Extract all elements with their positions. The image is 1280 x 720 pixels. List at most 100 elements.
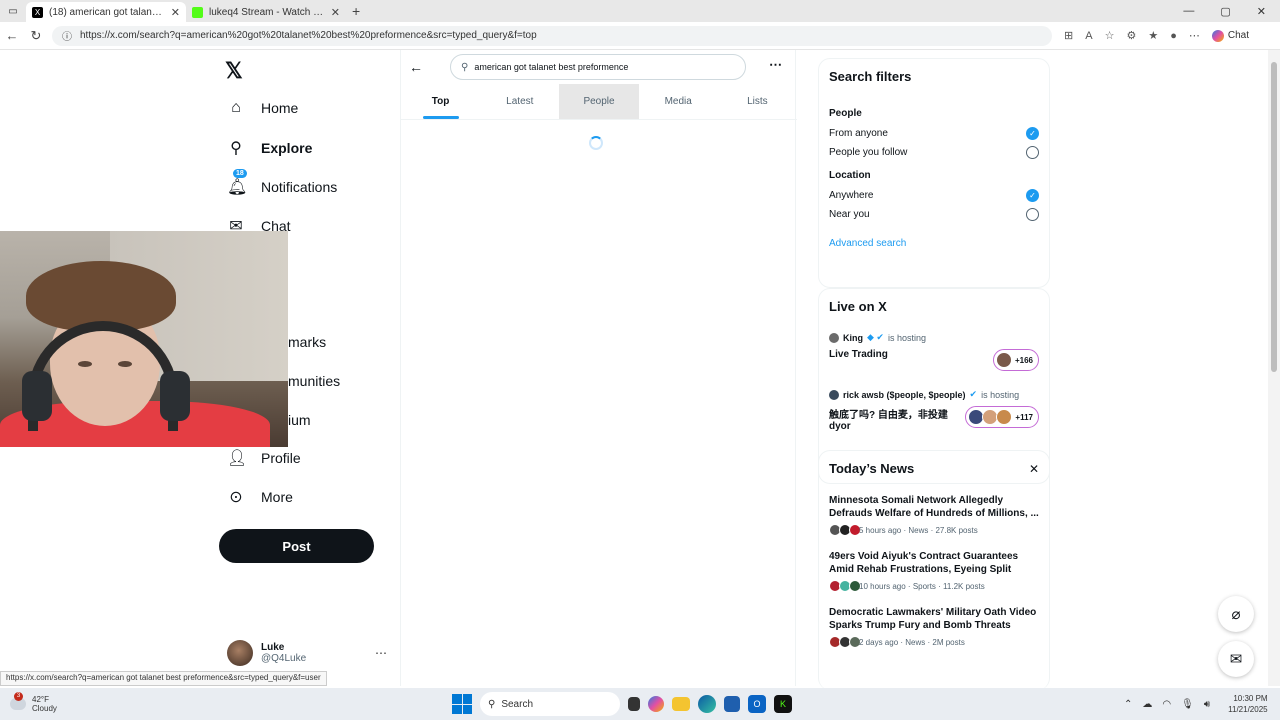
- tab-lists[interactable]: Lists: [718, 84, 797, 119]
- x-favicon-icon: X: [32, 6, 43, 18]
- settings-more-icon[interactable]: ⋯: [1189, 29, 1200, 42]
- tab-actions-icon[interactable]: ▭: [0, 0, 26, 22]
- extensions-icon[interactable]: ⚙: [1126, 29, 1136, 42]
- search-icon: ⚲: [230, 140, 242, 157]
- avatar: [996, 409, 1013, 425]
- x-logo-icon[interactable]: 𝕏: [225, 58, 243, 84]
- profile-icon: 👤︎: [227, 450, 248, 467]
- filter-option[interactable]: Anywhere ✓: [829, 186, 1039, 205]
- wifi-icon[interactable]: ◠: [1162, 699, 1171, 710]
- refresh-icon[interactable]: ↻: [24, 28, 48, 44]
- nav-item-explore[interactable]: ⚲ Explore: [227, 138, 312, 158]
- cloud-sync-icon[interactable]: ☁: [1142, 699, 1152, 710]
- mail-icon: ✉: [1229, 651, 1243, 668]
- file-explorer-icon[interactable]: [672, 697, 690, 711]
- close-window-icon[interactable]: ✕: [1257, 5, 1266, 18]
- filter-option[interactable]: From anyone ✓: [829, 124, 1039, 143]
- windows-start-icon[interactable]: [452, 694, 472, 714]
- site-info-icon[interactable]: ⓘ: [62, 28, 72, 43]
- new-tab-icon[interactable]: +: [352, 3, 360, 19]
- copilot-app-icon[interactable]: [648, 696, 664, 712]
- browser-toolbar: ⊞ A ☆ ⚙ ★ ● ⋯ Chat: [1064, 29, 1249, 42]
- nav-item-more[interactable]: ⊙ More: [227, 487, 293, 507]
- news-item[interactable]: Democratic Lawmakers' Military Oath Vide…: [819, 606, 1049, 648]
- outlook-icon[interactable]: O: [748, 695, 766, 713]
- close-icon[interactable]: ✕: [1029, 462, 1039, 476]
- copilot-button[interactable]: Chat: [1211, 29, 1249, 42]
- back-arrow-icon[interactable]: ←: [409, 59, 423, 75]
- search-options-icon[interactable]: ⋯: [769, 57, 782, 73]
- address-bar[interactable]: ⓘ https://x.com/search?q=american%20got%…: [52, 25, 1052, 46]
- cloud-icon: 3: [10, 692, 26, 710]
- webcam-overlay: [0, 231, 288, 447]
- search-icon: ⚲: [488, 698, 496, 710]
- filter-option[interactable]: People you follow: [829, 143, 1039, 162]
- advanced-search-link[interactable]: Advanced search: [819, 224, 1049, 257]
- listeners-pill[interactable]: +166: [992, 349, 1039, 371]
- post-button[interactable]: Post: [219, 529, 374, 563]
- live-item[interactable]: King ◆ ✔ is hosting Live Trading +166: [819, 332, 1049, 371]
- back-icon[interactable]: ←: [0, 28, 24, 43]
- favorite-star-icon[interactable]: ☆: [1105, 29, 1115, 42]
- nav-item-home[interactable]: ⌂ Home: [227, 99, 298, 117]
- search-results-column: ← ⚲ american got talanet best preformenc…: [400, 50, 797, 686]
- scrollbar-thumb[interactable]: [1271, 62, 1277, 372]
- taskbar-search[interactable]: ⚲ Search: [480, 692, 620, 716]
- profile-avatar-icon[interactable]: ●: [1170, 30, 1177, 42]
- speaker-icon[interactable]: 🔊︎: [1204, 699, 1210, 710]
- listeners-pill[interactable]: +117: [965, 406, 1039, 428]
- checked-radio-icon[interactable]: ✓: [1026, 127, 1039, 140]
- maximize-icon[interactable]: ▢: [1220, 5, 1230, 18]
- avatar: [829, 389, 839, 400]
- edge-browser-icon[interactable]: [698, 695, 716, 713]
- radio-icon[interactable]: [1026, 208, 1039, 221]
- link-status-bar: https://x.com/search?q=american got tala…: [0, 671, 327, 686]
- store-icon[interactable]: [724, 696, 740, 712]
- browser-tab-x[interactable]: X (18) american got talanet best pr ✕: [26, 2, 186, 22]
- filter-option[interactable]: Near you: [829, 205, 1039, 224]
- address-bar-row: ← ↻ ⓘ https://x.com/search?q=american%20…: [0, 22, 1280, 50]
- search-filters-title: Search filters: [829, 69, 912, 84]
- hosting-text: is hosting: [887, 332, 926, 343]
- chevron-up-icon[interactable]: ⌃: [1124, 699, 1132, 710]
- clock[interactable]: 10:30 PM 11/21/2025: [1228, 693, 1267, 715]
- tab-latest[interactable]: Latest: [480, 84, 559, 119]
- weather-widget[interactable]: 3 42°F Cloudy: [0, 692, 220, 713]
- search-input[interactable]: ⚲ american got talanet best preformence: [450, 54, 746, 80]
- nav-item-premium[interactable]: ium: [288, 412, 311, 428]
- account-switcher[interactable]: Luke @Q4Luke ⋯: [227, 640, 387, 666]
- nav-item-profile[interactable]: 👤︎ Profile: [227, 448, 301, 468]
- close-tab-icon[interactable]: ✕: [331, 6, 340, 19]
- radio-icon[interactable]: [1026, 146, 1039, 159]
- close-tab-icon[interactable]: ✕: [171, 6, 180, 19]
- nav-item-notifications[interactable]: 🔔︎ 18 Notifications: [227, 169, 337, 197]
- messages-button[interactable]: ✉: [1218, 641, 1254, 677]
- live-item[interactable]: rick awsb ($people, $people) ✔ is hostin…: [819, 389, 1049, 432]
- news-item[interactable]: Minnesota Somali Network Allegedly Defra…: [819, 494, 1049, 536]
- tab-top[interactable]: Top: [401, 84, 480, 119]
- nav-item-bookmarks[interactable]: marks: [288, 334, 326, 350]
- copilot-label: Chat: [1227, 30, 1249, 41]
- app-available-icon[interactable]: ⊞: [1064, 29, 1073, 42]
- tab-media[interactable]: Media: [639, 84, 718, 119]
- browser-tab-bar: ▭ X (18) american got talanet best pr ✕ …: [0, 0, 1280, 22]
- weather-temp: 42°F: [32, 695, 49, 704]
- notification-badge: 18: [233, 169, 247, 178]
- read-aloud-icon[interactable]: A: [1085, 30, 1092, 42]
- nav-item-communities[interactable]: munities: [288, 373, 340, 389]
- kick-app-icon[interactable]: K: [774, 695, 792, 713]
- scrollbar[interactable]: [1268, 50, 1280, 686]
- more-options-icon[interactable]: ⋯: [375, 646, 387, 660]
- news-headline: Minnesota Somali Network Allegedly Defra…: [829, 495, 1039, 519]
- nav-label: More: [261, 489, 293, 505]
- task-view-icon[interactable]: [628, 697, 640, 711]
- microphone-icon[interactable]: 🎙︎: [1181, 699, 1194, 710]
- favorites-icon[interactable]: ★: [1148, 29, 1158, 42]
- tab-people[interactable]: People: [559, 84, 639, 119]
- minimize-icon[interactable]: —: [1183, 5, 1194, 18]
- grok-button[interactable]: ⌀: [1218, 596, 1254, 632]
- checked-radio-icon[interactable]: ✓: [1026, 189, 1039, 202]
- news-item[interactable]: 49ers Void Aiyuk's Contract Guarantees A…: [819, 550, 1049, 592]
- browser-tab-kick[interactable]: lukeq4 Stream - Watch Live on Ki ✕: [186, 2, 346, 22]
- news-meta: 5 hours ago · News · 27.8K posts: [859, 525, 978, 535]
